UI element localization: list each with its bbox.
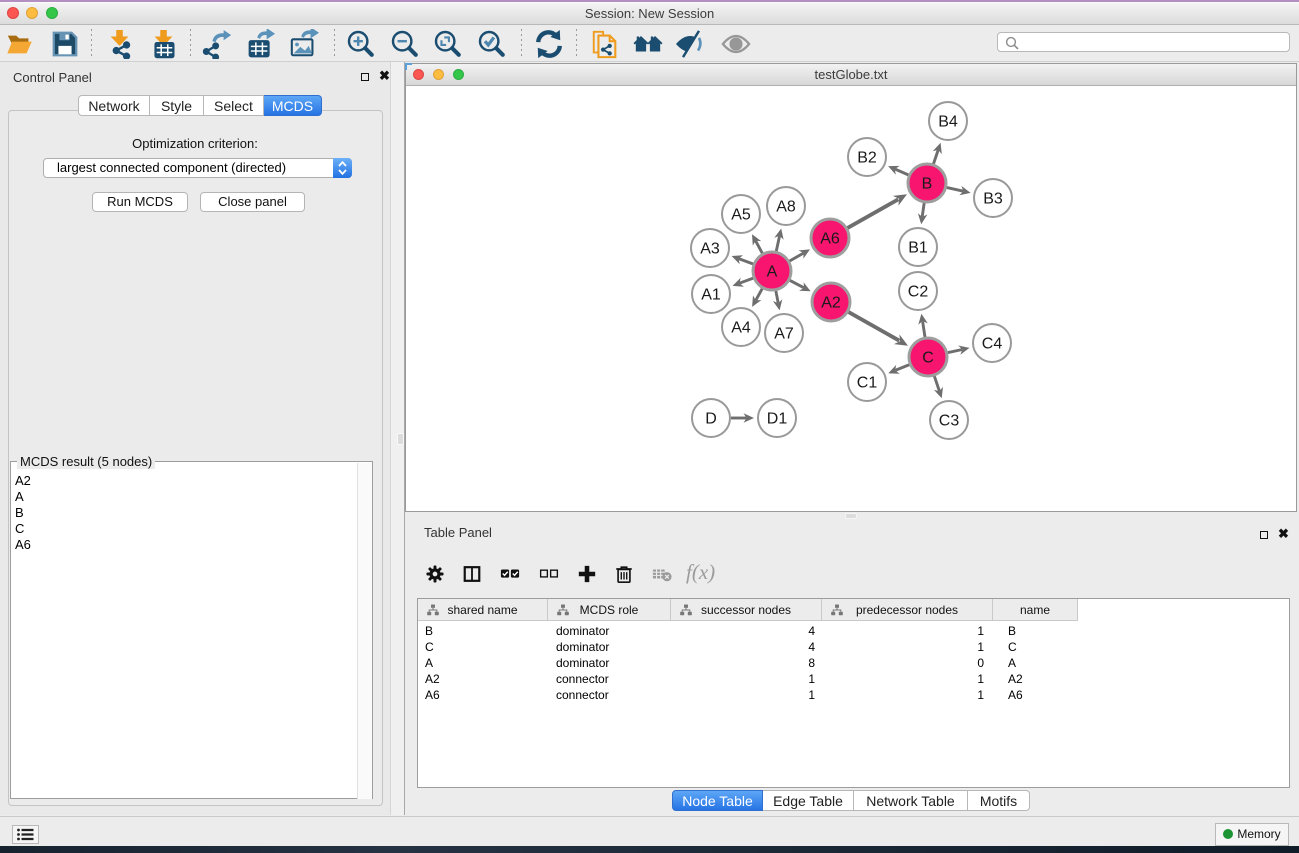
svg-text:A7: A7	[774, 326, 794, 343]
svg-text:A5: A5	[731, 207, 751, 224]
svg-text:C4: C4	[982, 336, 1003, 353]
svg-text:B: B	[922, 176, 933, 193]
svg-text:D: D	[705, 411, 717, 428]
svg-text:C2: C2	[908, 284, 929, 301]
svg-text:A1: A1	[701, 287, 721, 304]
svg-text:A6: A6	[820, 231, 840, 248]
svg-text:D1: D1	[767, 411, 788, 428]
svg-text:C3: C3	[939, 413, 960, 430]
svg-text:A2: A2	[821, 295, 841, 312]
svg-text:B2: B2	[857, 150, 877, 167]
svg-text:A3: A3	[700, 241, 720, 258]
svg-text:C: C	[922, 350, 934, 367]
svg-text:C1: C1	[857, 375, 878, 392]
svg-text:A8: A8	[776, 199, 796, 216]
svg-text:B4: B4	[938, 114, 958, 131]
svg-text:B1: B1	[908, 240, 928, 257]
svg-text:A: A	[767, 264, 778, 281]
svg-text:B3: B3	[983, 191, 1003, 208]
svg-text:A4: A4	[731, 320, 751, 337]
